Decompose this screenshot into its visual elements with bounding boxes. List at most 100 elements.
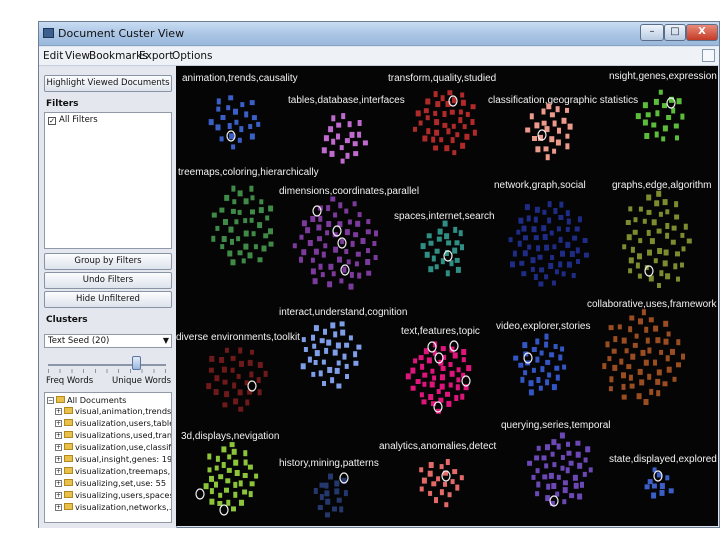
- document-mark[interactable]: [329, 150, 335, 157]
- document-mark[interactable]: [420, 243, 426, 250]
- document-mark[interactable]: [630, 246, 635, 253]
- document-mark[interactable]: [225, 478, 231, 484]
- document-mark[interactable]: [221, 236, 227, 242]
- document-mark[interactable]: [422, 381, 427, 387]
- document-mark[interactable]: [353, 232, 359, 238]
- document-mark[interactable]: [666, 366, 672, 373]
- document-mark[interactable]: [324, 490, 330, 497]
- document-mark[interactable]: [428, 394, 434, 400]
- document-mark[interactable]: [640, 349, 646, 356]
- document-mark[interactable]: [653, 359, 657, 366]
- document-mark[interactable]: [362, 140, 368, 146]
- document-mark[interactable]: [231, 506, 236, 512]
- document-mark[interactable]: [544, 244, 550, 251]
- document-mark[interactable]: [549, 136, 555, 143]
- document-mark[interactable]: [319, 482, 325, 488]
- document-mark[interactable]: [319, 338, 325, 344]
- viewed-document-marker[interactable]: [312, 205, 322, 217]
- document-mark[interactable]: [536, 377, 541, 383]
- document-mark[interactable]: [209, 488, 214, 495]
- document-mark[interactable]: [470, 119, 475, 125]
- document-mark[interactable]: [331, 115, 336, 122]
- document-mark[interactable]: [424, 251, 430, 258]
- cluster-20[interactable]: state,displayed,explored: [609, 454, 717, 499]
- document-mark[interactable]: [448, 382, 453, 388]
- document-mark[interactable]: [336, 383, 342, 389]
- document-mark[interactable]: [348, 283, 354, 290]
- document-mark[interactable]: [419, 486, 424, 492]
- document-mark[interactable]: [646, 194, 652, 201]
- document-mark[interactable]: [316, 224, 322, 231]
- document-mark[interactable]: [534, 455, 540, 461]
- document-mark[interactable]: [307, 356, 312, 363]
- document-mark[interactable]: [436, 236, 442, 242]
- document-mark[interactable]: [635, 262, 640, 269]
- document-mark[interactable]: [553, 208, 558, 214]
- document-mark[interactable]: [428, 240, 434, 246]
- document-mark[interactable]: [533, 216, 538, 223]
- document-mark[interactable]: [241, 258, 246, 264]
- document-mark[interactable]: [656, 228, 662, 234]
- document-mark[interactable]: [520, 376, 525, 383]
- document-mark[interactable]: [419, 467, 424, 473]
- document-mark[interactable]: [665, 475, 670, 481]
- document-mark[interactable]: [221, 366, 227, 373]
- document-mark[interactable]: [360, 238, 366, 244]
- document-mark[interactable]: [558, 215, 564, 220]
- document-mark[interactable]: [645, 337, 650, 344]
- document-mark[interactable]: [542, 234, 548, 240]
- document-mark[interactable]: [299, 234, 304, 240]
- document-mark[interactable]: [458, 117, 463, 124]
- document-mark[interactable]: [216, 98, 221, 105]
- toolbar-document-icon[interactable]: [702, 49, 715, 62]
- document-mark[interactable]: [349, 271, 354, 278]
- document-mark[interactable]: [234, 470, 240, 476]
- document-mark[interactable]: [637, 368, 643, 375]
- document-mark[interactable]: [327, 367, 333, 373]
- document-mark[interactable]: [569, 251, 575, 257]
- tree-item[interactable]: + visualization,treemaps,hyc: [55, 466, 171, 477]
- document-mark[interactable]: [645, 112, 651, 118]
- document-mark[interactable]: [224, 391, 230, 398]
- document-mark[interactable]: [662, 199, 668, 206]
- document-mark[interactable]: [508, 237, 513, 243]
- viewed-document-marker[interactable]: [247, 380, 257, 392]
- document-mark[interactable]: [582, 471, 587, 477]
- document-mark[interactable]: [333, 246, 339, 253]
- cluster-label[interactable]: transform,quality,studied: [388, 73, 496, 84]
- document-mark[interactable]: [458, 230, 463, 237]
- document-mark[interactable]: [531, 347, 537, 352]
- document-mark[interactable]: [665, 355, 670, 362]
- document-mark[interactable]: [655, 378, 661, 385]
- document-mark[interactable]: [327, 281, 333, 288]
- document-mark[interactable]: [357, 272, 362, 279]
- document-mark[interactable]: [301, 220, 307, 227]
- document-mark[interactable]: [455, 484, 460, 491]
- document-mark[interactable]: [431, 255, 436, 262]
- document-mark[interactable]: [641, 309, 646, 316]
- document-mark[interactable]: [326, 339, 332, 346]
- document-mark[interactable]: [229, 133, 235, 140]
- document-mark[interactable]: [663, 249, 669, 256]
- document-mark[interactable]: [551, 439, 557, 446]
- document-mark[interactable]: [310, 268, 316, 275]
- expand-icon[interactable]: +: [55, 468, 62, 475]
- document-mark[interactable]: [313, 488, 318, 494]
- document-mark[interactable]: [539, 350, 544, 356]
- document-mark[interactable]: [347, 121, 352, 128]
- document-mark[interactable]: [311, 371, 316, 377]
- close-button[interactable]: X: [686, 24, 718, 41]
- document-mark[interactable]: [676, 98, 682, 105]
- document-mark[interactable]: [649, 238, 655, 245]
- expand-icon[interactable]: +: [55, 420, 62, 427]
- document-mark[interactable]: [642, 119, 648, 126]
- collapse-icon[interactable]: −: [47, 397, 54, 404]
- document-mark[interactable]: [213, 389, 219, 395]
- document-mark[interactable]: [225, 347, 229, 353]
- document-mark[interactable]: [209, 355, 215, 362]
- document-mark[interactable]: [318, 263, 323, 270]
- document-mark[interactable]: [454, 395, 459, 401]
- document-mark[interactable]: [372, 241, 377, 246]
- tree-item[interactable]: + visualization,users,tables:: [55, 418, 171, 429]
- document-mark[interactable]: [208, 119, 214, 126]
